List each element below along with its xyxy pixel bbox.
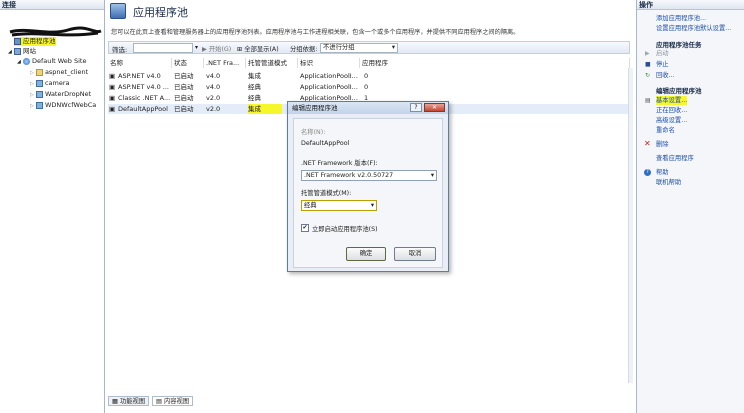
tab-features-view[interactable]: ▦ 功能视图 [108, 396, 150, 406]
help-button[interactable]: ? [410, 103, 422, 112]
add-app-pool-link[interactable]: 添加应用程序池... [656, 14, 706, 23]
table-row[interactable]: ▣ ASP.NET v4.0 ... 已启动 v4.0 经典 Applicati… [108, 82, 630, 92]
app-pool-icon: ▣ [109, 83, 116, 91]
column-header-pipeline[interactable]: 托管管道模式 [246, 58, 298, 68]
column-header-identity[interactable]: 标识 [298, 58, 360, 68]
framework-select[interactable]: .NET Framework v2.0.50727 ▾ [301, 170, 437, 181]
tab-content-view[interactable]: ▤ 内容视图 [152, 396, 194, 406]
pipeline-mode-label: 托管管道模式(M): [301, 190, 352, 197]
app-pool-icon [14, 37, 21, 45]
help-link[interactable]: 帮助 [656, 168, 669, 177]
column-header-name[interactable]: 名称 [108, 58, 172, 68]
app-folder-icon [35, 90, 43, 98]
folder-icon [35, 68, 43, 76]
sites-folder-icon [13, 47, 21, 55]
expand-arrow-icon[interactable]: ◢ [17, 59, 21, 65]
content-view-icon: ▤ [156, 398, 164, 405]
collapse-arrow-icon[interactable]: ▷ [30, 70, 34, 76]
filter-toolbar: 筛选: ▾ ▶ 开始(G) ⊞ 全部显示(A) 分组依据: 不进行分组 ▾ [108, 41, 630, 54]
app-folder-icon [35, 79, 43, 87]
filter-label: 筛选: [112, 46, 128, 54]
tree-item-sites[interactable]: ◢ 网站 [8, 47, 36, 57]
close-button[interactable]: ✕ [424, 103, 445, 112]
help-icon: ? [644, 169, 651, 176]
chevron-down-icon: ▾ [391, 44, 395, 51]
rename-link[interactable]: 重命名 [656, 126, 675, 135]
collapse-arrow-icon[interactable]: ▷ [30, 81, 34, 87]
features-view-icon: ▦ [112, 398, 120, 405]
settings-icon: ▤ [645, 97, 651, 104]
group-by-select[interactable]: 不进行分组 ▾ [320, 43, 398, 53]
pipeline-mode-select[interactable]: 经典 ▾ [301, 200, 377, 211]
page-title: 应用程序池 [133, 6, 188, 19]
dialog-body: 名称(N): DefaultAppPool .NET Framework 版本(… [293, 118, 443, 268]
column-header-status[interactable]: 状态 [172, 58, 204, 68]
connections-header: 连接 [0, 0, 104, 10]
chevron-down-icon: ▾ [430, 172, 434, 179]
app-pool-icon: ▣ [109, 94, 116, 102]
filter-dropdown-icon[interactable]: ▾ [195, 44, 198, 51]
tree-item-app-pools[interactable]: 应用程序池 [14, 37, 56, 46]
set-defaults-link[interactable]: 设置应用程序池默认设置... [656, 24, 744, 33]
autostart-label: 立即启动应用程序池(S) [312, 226, 378, 233]
basic-settings-link[interactable]: 基本设置... [656, 96, 688, 105]
name-label: 名称(N): [301, 129, 326, 136]
cancel-button[interactable]: 取消 [394, 247, 436, 261]
tree-item-waterdropnet[interactable]: ▷ WaterDropNet [30, 90, 91, 100]
stop-icon: ■ [645, 61, 651, 68]
tree-item-default-web-site[interactable]: ◢ Default Web Site [17, 57, 86, 67]
autostart-checkbox[interactable]: ✔ [301, 224, 309, 232]
advanced-settings-link[interactable]: 高级设置... [656, 116, 687, 125]
app-pool-icon: ▣ [109, 72, 116, 80]
ok-button[interactable]: 确定 [346, 247, 386, 261]
app-folder-icon [35, 101, 43, 109]
column-header-framework[interactable]: .NET Fra... [204, 58, 246, 68]
recycling-link[interactable]: 正在回收... [656, 106, 687, 115]
dialog-titlebar: 编辑应用程序池 ? ✕ [288, 102, 448, 114]
edit-app-pool-dialog: 编辑应用程序池 ? ✕ 名称(N): DefaultAppPool .NET F… [287, 101, 449, 272]
actions-header: 操作 [637, 0, 744, 10]
globe-icon [22, 57, 30, 65]
tree-item-camera[interactable]: ▷ camera [30, 79, 69, 89]
edit-app-pool-title: 编辑应用程序池 [656, 87, 702, 95]
online-help-link[interactable]: 联机帮助 [656, 178, 681, 187]
delete-icon: ✕ [644, 139, 651, 148]
column-header-apps[interactable]: 应用程序 [360, 58, 630, 68]
connections-pane: 连接 应用程序池 ◢ 网站 ◢ Default Web Site ▷ aspne… [0, 0, 105, 413]
group-by-label: 分组依据: [290, 46, 318, 53]
delete-link[interactable]: 删除 [656, 140, 669, 149]
recycle-link[interactable]: 回收... [656, 71, 675, 80]
stop-link[interactable]: 停止 [656, 60, 669, 69]
recycle-icon: ↻ [645, 72, 651, 79]
show-all-button[interactable]: ⊞ 全部显示(A) [237, 44, 279, 53]
start-filter-button[interactable]: ▶ 开始(G) [202, 44, 231, 53]
filter-input[interactable] [133, 43, 193, 53]
app-pool-tasks-title: 应用程序池任务 [656, 41, 702, 49]
name-value: DefaultAppPool [301, 140, 350, 147]
app-pools-large-icon [110, 3, 126, 19]
actions-pane: 操作 添加应用程序池... 设置应用程序池默认设置... 应用程序池任务 ▶ 启… [636, 0, 744, 413]
tree-item-aspnet-client[interactable]: ▷ aspnet_client [30, 68, 88, 78]
view-apps-link[interactable]: 查看应用程序 [656, 154, 694, 163]
collapse-arrow-icon[interactable]: ▷ [30, 92, 34, 98]
expand-arrow-icon[interactable]: ◢ [8, 49, 12, 55]
table-row[interactable]: ▣ ASP.NET v4.0 已启动 v4.0 集成 ApplicationPo… [108, 71, 630, 81]
app-pool-icon: ▣ [109, 105, 116, 113]
chevron-down-icon: ▾ [370, 202, 374, 209]
vertical-scrollbar[interactable] [628, 68, 633, 383]
start-link[interactable]: 启动 [656, 49, 669, 58]
page-description: 您可以在此页上查看和管理服务器上的应用程序池列表。应用程序池与工作进程相关联，包… [111, 29, 520, 36]
start-icon: ▶ [645, 50, 650, 57]
collapse-arrow-icon[interactable]: ▷ [30, 103, 34, 109]
tree-item-wdnwcfwebca[interactable]: ▷ WDNWcfWebCa [30, 101, 96, 111]
framework-label: .NET Framework 版本(F): [301, 160, 378, 167]
